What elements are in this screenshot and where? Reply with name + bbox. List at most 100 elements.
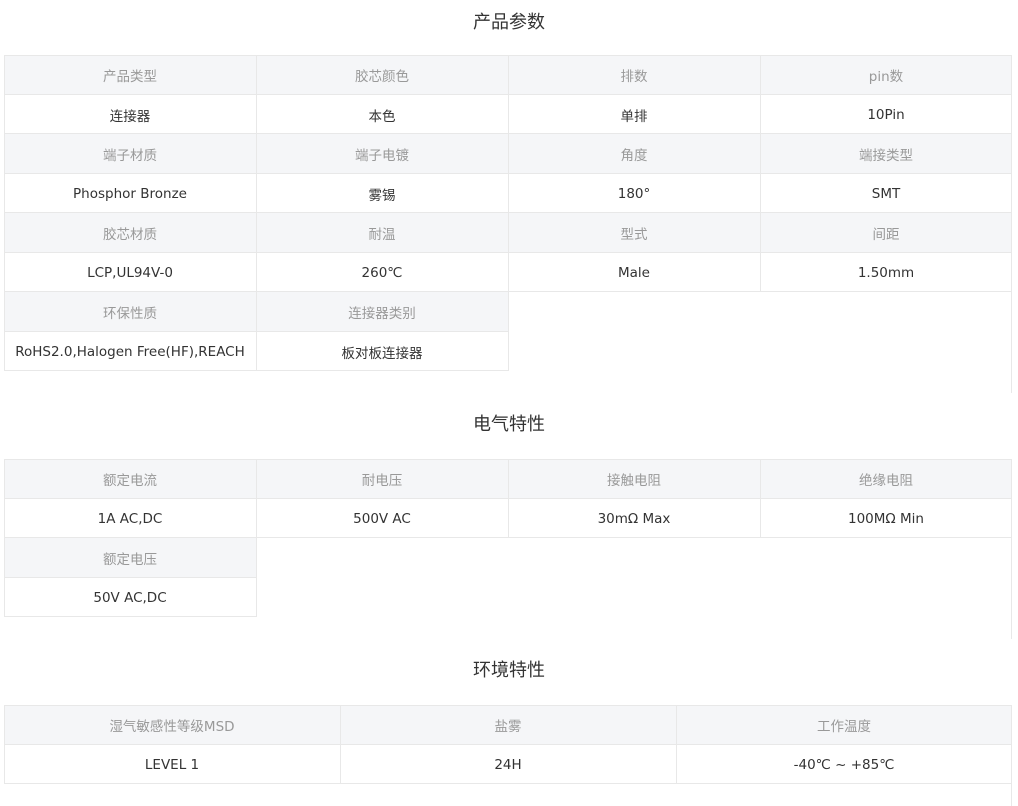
column-divider [4, 498, 5, 538]
column-divider [508, 55, 509, 95]
column-divider [508, 292, 509, 332]
column-divider [760, 213, 761, 253]
column-divider [4, 134, 5, 174]
table-right-edge [1011, 705, 1012, 806]
column-divider [760, 134, 761, 174]
column-divider [256, 498, 257, 538]
spec-value-cell: 24H [340, 744, 676, 785]
spec-header-cell: 耐温 [256, 213, 508, 253]
spec-header-cell: 额定电压 [4, 538, 256, 578]
column-divider [4, 94, 5, 134]
column-divider [4, 705, 5, 745]
column-divider [508, 459, 509, 499]
column-divider [508, 498, 509, 538]
spec-header-cell: 端子材质 [4, 134, 256, 174]
spec-value-cell: 30mΩ Max [508, 498, 760, 539]
column-divider [256, 252, 257, 292]
spec-value-cell: 板对板连接器 [256, 331, 508, 372]
spec-header-cell: 绝缘电阻 [760, 459, 1012, 499]
spec-header-cell: 盐雾 [340, 705, 676, 745]
column-divider [4, 744, 5, 784]
column-divider [760, 459, 761, 499]
spec-header-cell: 型式 [508, 213, 760, 253]
spec-value-cell: 连接器 [4, 94, 256, 135]
column-divider [4, 331, 5, 371]
column-divider [4, 252, 5, 292]
spec-header-cell: 工作温度 [676, 705, 1012, 745]
column-divider [508, 173, 509, 213]
spec-value-cell: 雾锡 [256, 173, 508, 214]
electrical-title: 电气特性 [473, 414, 545, 435]
column-divider [508, 331, 509, 371]
spec-header-cell: 排数 [508, 55, 760, 95]
column-divider [256, 577, 257, 617]
column-divider [4, 538, 5, 578]
column-divider [256, 55, 257, 95]
spec-value-cell: Male [508, 252, 760, 293]
column-divider [4, 213, 5, 253]
table-right-edge [1011, 459, 1012, 639]
spec-value-cell: 100MΩ Min [760, 498, 1012, 539]
spec-header-cell: 耐电压 [256, 459, 508, 499]
column-divider [256, 331, 257, 371]
spec-value-cell: LCP,UL94V-0 [4, 252, 256, 293]
column-divider [760, 252, 761, 292]
spec-value-cell: 50V AC,DC [4, 577, 256, 618]
column-divider [760, 498, 761, 538]
spec-value-cell: Phosphor Bronze [4, 173, 256, 214]
spec-value-cell: 500V AC [256, 498, 508, 539]
spec-header-cell: 胶芯颜色 [256, 55, 508, 95]
spec-value-cell: RoHS2.0,Halogen Free(HF),REACH [4, 331, 256, 372]
spec-header-cell: 接触电阻 [508, 459, 760, 499]
column-divider [4, 292, 5, 332]
column-divider [676, 744, 677, 784]
spec-value-cell: 260℃ [256, 252, 508, 293]
table-top-border [4, 55, 1012, 56]
spec-value-cell: 单排 [508, 94, 760, 135]
column-divider [508, 252, 509, 292]
row-divider [4, 783, 1012, 784]
spec-value-cell: 1.50mm [760, 252, 1012, 293]
spec-value-cell: LEVEL 1 [4, 744, 340, 785]
spec-header-cell: 连接器类别 [256, 292, 508, 332]
column-divider [256, 134, 257, 174]
column-divider [508, 134, 509, 174]
spec-header-cell: 端子电镀 [256, 134, 508, 174]
spec-header-cell: 间距 [760, 213, 1012, 253]
column-divider [4, 577, 5, 617]
spec-header-cell: pin数 [760, 55, 1012, 95]
spec-header-cell: 额定电流 [4, 459, 256, 499]
spec-header-cell: 胶芯材质 [4, 213, 256, 253]
column-divider [4, 459, 5, 499]
spec-header-cell: 角度 [508, 134, 760, 174]
column-divider [4, 173, 5, 213]
column-divider [508, 213, 509, 253]
column-divider [256, 459, 257, 499]
column-divider [340, 744, 341, 784]
spec-header-cell: 产品类型 [4, 55, 256, 95]
table-top-border [4, 459, 1012, 460]
environmental-title: 环境特性 [473, 660, 545, 681]
spec-value-cell: 180° [508, 173, 760, 214]
column-divider [760, 55, 761, 95]
column-divider [676, 705, 677, 745]
column-divider [256, 538, 257, 578]
table-top-border [4, 705, 1012, 706]
spec-value-cell: 1A AC,DC [4, 498, 256, 539]
column-divider [340, 705, 341, 745]
row-divider [4, 616, 256, 617]
spec-header-cell: 环保性质 [4, 292, 256, 332]
column-divider [760, 94, 761, 134]
spec-value-cell: -40℃ ~ +85℃ [676, 744, 1012, 785]
spec-header-cell: 湿气敏感性等级MSD [4, 705, 340, 745]
spec-header-cell: 端接类型 [760, 134, 1012, 174]
column-divider [4, 55, 5, 95]
column-divider [256, 213, 257, 253]
table-right-edge [1011, 55, 1012, 393]
column-divider [256, 94, 257, 134]
spec-value-cell: 本色 [256, 94, 508, 135]
column-divider [256, 173, 257, 213]
spec-value-cell: SMT [760, 173, 1012, 214]
column-divider [760, 173, 761, 213]
column-divider [508, 94, 509, 134]
